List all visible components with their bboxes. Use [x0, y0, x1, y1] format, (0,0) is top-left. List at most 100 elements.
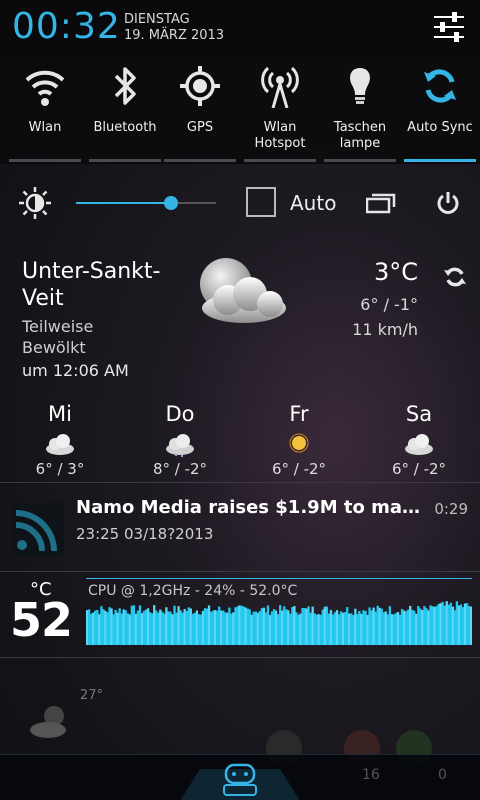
cpu-graph-bar [228, 607, 231, 645]
cpu-graph-bar [404, 611, 408, 645]
android-handle-icon[interactable] [170, 755, 310, 800]
background-badge-count: 0 [438, 767, 447, 783]
forecast-range: 6° / -2° [391, 460, 447, 478]
cpu-graph-bar [104, 610, 107, 645]
toggle-gps[interactable]: GPS [160, 56, 240, 164]
cpu-graph-bar [171, 614, 174, 645]
cpu-graph-bar [270, 611, 274, 645]
cpu-graph-bar [157, 612, 160, 645]
cpu-graph-bar [384, 611, 387, 645]
cpu-graph-bar [447, 604, 450, 645]
cpu-graph-bar [457, 605, 461, 645]
cpu-graph-bar [224, 612, 227, 645]
cpu-graph-bar [331, 614, 335, 645]
forecast-day-name: Fr [289, 402, 309, 426]
cpu-info: CPU @ 1,2GHz - 24% - 52.0°C [88, 583, 298, 599]
cpu-graph-bar [335, 610, 339, 645]
cpu-graph-bar [191, 613, 194, 645]
toggle-hotspot[interactable]: Wlan Hotspot [240, 56, 320, 164]
cpu-graph-bar [106, 612, 109, 645]
temperature-range: 6° / -1° [360, 295, 418, 314]
cpu-graph-bar [378, 607, 381, 645]
recent-apps-icon[interactable] [366, 192, 396, 214]
cpu-graph-bar [463, 603, 467, 645]
cpu-graph-bar [144, 609, 148, 645]
cpu-graph-bar [309, 612, 312, 645]
toggle-indicator [404, 159, 476, 162]
cpu-graph-bar [423, 605, 426, 645]
toggle-label: GPS [186, 120, 214, 135]
power-icon[interactable] [436, 190, 460, 216]
toggle-label: Taschen lampe [333, 120, 387, 151]
cpu-graph-bar [185, 610, 188, 645]
notification-time: 0:29 [434, 500, 468, 518]
cpu-graph-bar [256, 612, 259, 645]
cpu-graph-bar [211, 610, 215, 645]
cpu-graph-bar [469, 606, 472, 645]
cpu-graph-bar [159, 609, 162, 645]
news-notification[interactable]: Namo Media raises $1.9M to mak.. 0:29 23… [0, 483, 480, 569]
cpu-graph-bar [232, 612, 235, 645]
cpu-graph-bar [313, 613, 316, 645]
cpu-graph-bar [181, 612, 184, 645]
cpu-graph-bar [102, 609, 105, 645]
cpu-graph-bar [319, 614, 322, 645]
toggle-indicator [89, 159, 161, 162]
cpu-graph-bar [100, 606, 103, 645]
cpu-graph-bar [195, 610, 199, 645]
cpu-graph-bar [187, 607, 190, 645]
cpu-graph-bar [140, 613, 144, 645]
forecast-day: Sa 6° / -2° [379, 402, 459, 478]
settings-sliders-icon[interactable] [432, 12, 466, 42]
cpu-graph-bar [279, 605, 282, 645]
cpu-graph-bar [441, 601, 444, 645]
brightness-slider-thumb[interactable] [164, 196, 179, 210]
cpu-graph-bar [419, 608, 422, 645]
cpu-graph-bar [360, 613, 363, 645]
cpu-graph-bar [138, 605, 142, 645]
weekday: DIENSTAG [124, 12, 190, 27]
quick-toggles: Wlan Bluetooth GPS Wlan Hotspot Taschen … [0, 56, 480, 164]
cpu-graph-bar [459, 604, 463, 645]
forecast-range: 6° / 3° [35, 460, 85, 478]
toggle-auto-sync[interactable]: Auto Sync [400, 56, 480, 164]
auto-brightness-checkbox[interactable] [246, 187, 276, 217]
cpu-graph-bar [110, 608, 113, 645]
cpu-graph-bar [291, 607, 294, 645]
toggle-bluetooth[interactable]: Bluetooth [85, 56, 165, 164]
toggle-wlan[interactable]: Wlan [5, 56, 85, 164]
cpu-graph-bar [151, 613, 154, 645]
cpu-graph-bar [362, 610, 365, 645]
background-temperature: 27° [80, 688, 104, 703]
toggle-flashlight[interactable]: Taschen lampe [320, 56, 400, 164]
cpu-graph-bar [283, 606, 286, 645]
cloud-icon [166, 434, 194, 458]
cpu-graph-bar [205, 608, 209, 645]
cpu-graph-bar [209, 611, 213, 645]
brightness-slider[interactable] [76, 196, 216, 210]
cpu-graph-bar [425, 608, 428, 645]
cpu-monitor-notification[interactable]: °C 52 CPU @ 1,2GHz - 24% - 52.0°C [0, 575, 480, 657]
rss-feed-icon [12, 503, 64, 555]
flashlight-icon [350, 68, 370, 104]
cpu-graph-bar [311, 606, 314, 645]
refresh-icon[interactable] [442, 264, 468, 290]
wifi-icon [25, 70, 65, 106]
forecast-range: 6° / -2° [271, 460, 327, 478]
cpu-graph-bar [287, 610, 290, 645]
cpu-graph-bar [134, 613, 138, 645]
cpu-graph-bar [240, 605, 243, 645]
toggle-label: Auto Sync [407, 120, 473, 135]
toggle-label: Wlan Hotspot [254, 120, 306, 151]
notification-panel-handle-bar[interactable]: 16 0 [0, 754, 480, 800]
cpu-graph-bar [98, 614, 101, 645]
cpu-graph-bar [236, 606, 239, 645]
cpu-graph-bar [254, 611, 257, 645]
cpu-graph-bar [421, 610, 424, 645]
wind-speed: 11 km/h [352, 320, 418, 339]
cpu-graph-bar [246, 608, 249, 645]
cpu-graph-bar [201, 610, 205, 645]
cpu-graph-bar [427, 610, 430, 645]
cpu-graph-bar [272, 609, 276, 645]
toggle-indicator [164, 159, 236, 162]
